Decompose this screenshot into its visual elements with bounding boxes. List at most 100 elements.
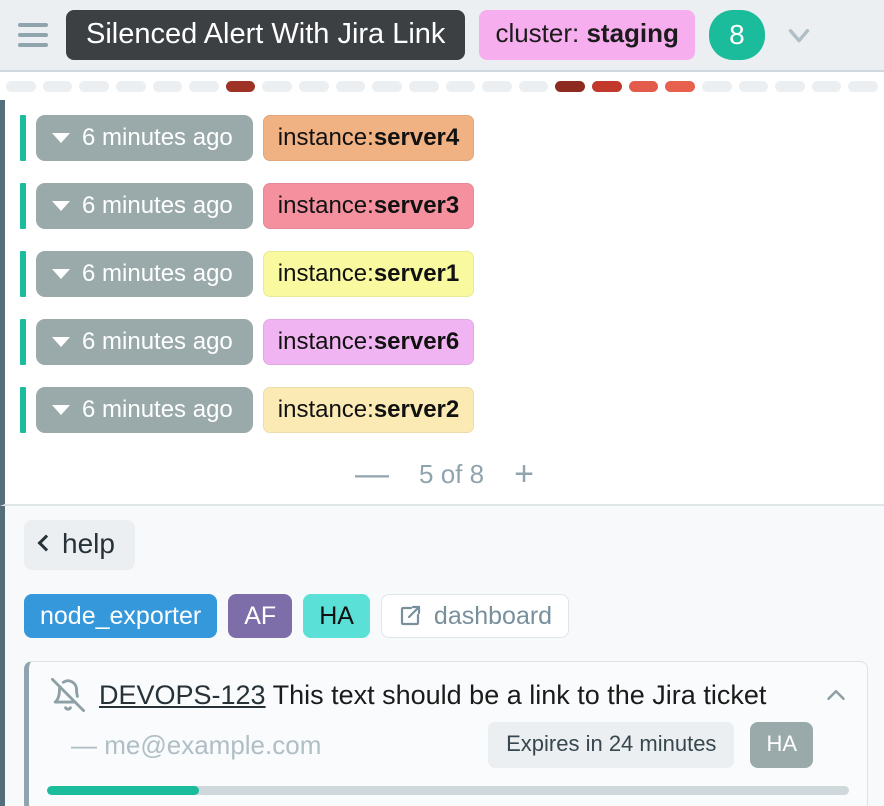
hamburger-bar: [18, 33, 48, 37]
hamburger-icon[interactable]: [18, 18, 52, 52]
instance-label-key: instance:: [277, 124, 374, 151]
pager-decrease-button[interactable]: —: [351, 457, 393, 491]
alert-instance-chip[interactable]: instance: server1: [262, 251, 475, 297]
alert-status-bar: [20, 387, 26, 433]
tag-row: node_exporter AF HA dashboard: [5, 570, 884, 638]
alert-time-label: 6 minutes ago: [82, 260, 233, 287]
alert-row: 6 minutes ago instance: server1: [5, 240, 884, 308]
timeline-segment[interactable]: [6, 80, 36, 92]
silence-matcher-badge: HA: [750, 722, 813, 768]
alert-timeline[interactable]: [0, 72, 884, 100]
timeline-segment[interactable]: [701, 80, 732, 92]
timeline-segment[interactable]: [811, 80, 842, 92]
silence-expiry-badge: Expires in 24 minutes: [488, 722, 735, 768]
timeline-segment[interactable]: [299, 80, 329, 92]
alert-time-label: 6 minutes ago: [82, 396, 233, 423]
alert-time-toggle[interactable]: 6 minutes ago: [36, 319, 253, 365]
instance-label-value: server1: [373, 260, 460, 287]
caret-down-icon: [52, 405, 70, 415]
instance-label-key: instance:: [277, 260, 374, 287]
timeline-segment[interactable]: [775, 80, 805, 92]
detail-panel: help node_exporter AF HA dashboard DEVOPS-1…: [0, 506, 884, 806]
timeline-segment[interactable]: [152, 80, 183, 92]
alert-count-badge: 8: [708, 10, 765, 60]
chevron-up-icon[interactable]: [819, 678, 853, 712]
hamburger-bar: [18, 23, 48, 27]
alert-time-label: 6 minutes ago: [82, 124, 233, 151]
timeline-segment[interactable]: [445, 80, 476, 92]
tag-label: AF: [244, 601, 277, 630]
instance-label-value: server3: [373, 192, 460, 219]
timeline-segment[interactable]: [262, 80, 292, 92]
timeline-segment[interactable]: [848, 80, 878, 92]
alert-time-label: 6 minutes ago: [82, 328, 233, 355]
app-header: Silenced Alert With Jira Link cluster: s…: [0, 0, 884, 72]
alert-status-bar: [20, 251, 26, 297]
caret-down-icon: [52, 269, 70, 279]
timeline-segment[interactable]: [42, 80, 73, 92]
alert-instance-chip[interactable]: instance: server6: [262, 319, 475, 365]
timeline-segment[interactable]: [665, 80, 695, 92]
tag-label: dashboard: [433, 601, 553, 630]
alert-time-toggle[interactable]: 6 minutes ago: [36, 183, 253, 229]
alert-row: 6 minutes ago instance: server6: [5, 308, 884, 376]
app-root: Silenced Alert With Jira Link cluster: s…: [0, 0, 884, 806]
timeline-segment[interactable]: [79, 80, 109, 92]
alert-instance-chip[interactable]: instance: server4: [262, 115, 475, 161]
instance-label-key: instance:: [277, 328, 374, 355]
timeline-segment[interactable]: [555, 80, 585, 92]
silence-author: — me@example.com: [71, 729, 322, 760]
filter-tag-chip[interactable]: HA: [303, 594, 370, 638]
alert-pager: — 5 of 8 +: [0, 444, 884, 506]
timeline-segment[interactable]: [372, 80, 402, 92]
pager-increase-button[interactable]: +: [510, 457, 538, 491]
timeline-segment[interactable]: [738, 80, 769, 92]
alert-list: 6 minutes ago instance: server4 6 minutes …: [0, 100, 884, 444]
instance-label-value: server2: [373, 396, 460, 423]
alert-time-toggle[interactable]: 6 minutes ago: [36, 387, 253, 433]
caret-down-icon: [52, 337, 70, 347]
cluster-label-key: cluster:: [495, 18, 587, 49]
filter-tag-chip[interactable]: AF: [228, 594, 293, 638]
silence-progress-fill: [47, 786, 200, 795]
alert-status-bar: [20, 183, 26, 229]
timeline-segment[interactable]: [518, 80, 549, 92]
silence-meta: — me@example.com Expires in 24 minutes H…: [43, 712, 853, 768]
caret-down-icon: [52, 133, 70, 143]
timeline-segment[interactable]: [408, 80, 439, 92]
dashboard-link-button[interactable]: dashboard: [380, 594, 570, 638]
chevron-down-icon[interactable]: [779, 15, 819, 55]
timeline-segment[interactable]: [482, 80, 512, 92]
alert-instance-chip[interactable]: instance: server3: [262, 183, 475, 229]
bell-off-icon: [51, 678, 86, 712]
alert-instance-chip[interactable]: instance: server2: [262, 387, 475, 433]
filter-tag-chip[interactable]: node_exporter: [24, 594, 218, 638]
alert-group-title: Silenced Alert With Jira Link: [66, 9, 466, 61]
pager-status: 5 of 8: [419, 458, 485, 489]
timeline-segment[interactable]: [592, 80, 622, 92]
timeline-segment[interactable]: [115, 80, 146, 92]
timeline-segment[interactable]: [189, 80, 219, 92]
timeline-segment[interactable]: [225, 80, 256, 92]
silence-card: DEVOPS-123 This text should be a link to…: [24, 661, 868, 806]
instance-label-key: instance:: [277, 396, 374, 423]
jira-ticket-link[interactable]: DEVOPS-123: [99, 680, 266, 710]
alert-row: 6 minutes ago instance: server2: [5, 376, 884, 444]
alert-status-bar: [20, 319, 26, 365]
tag-label: HA: [319, 601, 354, 630]
silence-progress-track: [47, 786, 849, 795]
timeline-segment[interactable]: [628, 80, 659, 92]
help-label: help: [62, 528, 115, 559]
external-link-icon: [398, 604, 422, 628]
help-row: help: [5, 520, 884, 570]
timeline-segment[interactable]: [335, 80, 366, 92]
caret-down-icon: [52, 201, 70, 211]
help-back-button[interactable]: help: [24, 520, 135, 570]
silence-comment: DEVOPS-123 This text should be a link to…: [99, 680, 805, 711]
cluster-label-value: staging: [586, 18, 679, 49]
alert-time-toggle[interactable]: 6 minutes ago: [36, 251, 253, 297]
cluster-label-chip[interactable]: cluster: staging: [479, 10, 695, 60]
chevron-left-icon: [37, 534, 55, 552]
alert-time-toggle[interactable]: 6 minutes ago: [36, 115, 253, 161]
tag-label: node_exporter: [40, 601, 202, 630]
